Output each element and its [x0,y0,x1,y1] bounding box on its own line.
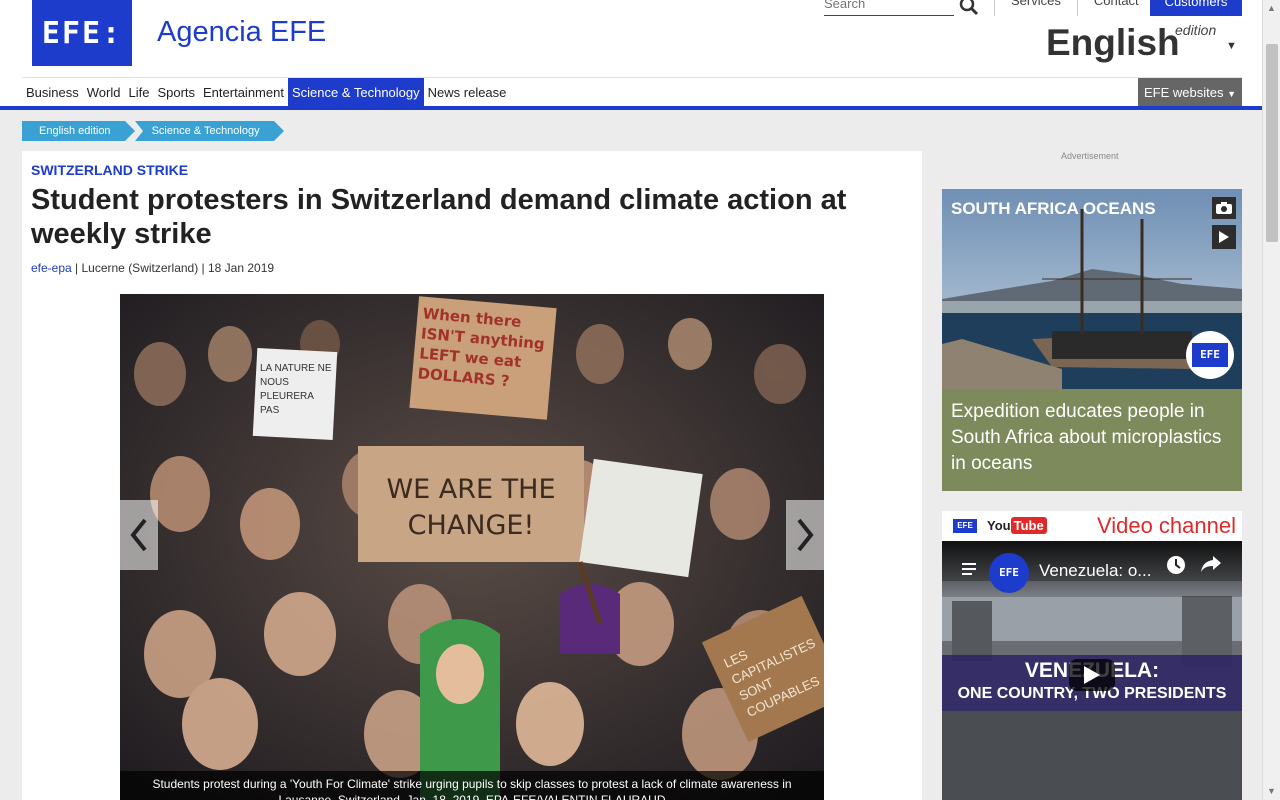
camera-icon[interactable] [1212,197,1236,219]
video-top-bar: EFE Venezuela: o... [942,541,1242,597]
efe-websites-label: EFE websites [1143,85,1224,100]
video-play-button[interactable] [1069,659,1115,691]
edition-label: edition [1175,22,1217,38]
caret-down-icon: ▼ [1227,89,1236,99]
caret-down-icon[interactable]: ▼ [1226,40,1237,52]
youtube-logo-tube: Tube [1010,517,1047,534]
top-links: Services Contact [994,0,1155,16]
breadcrumb: English edition Science & Technology [22,121,284,141]
search-icon[interactable] [958,0,980,16]
protest-sign-change: WE ARE THE CHANGE! [386,474,556,541]
customers-button[interactable]: Customers [1150,0,1242,16]
playlist-icon[interactable] [962,563,980,577]
logo-text: EFE: [41,15,123,51]
scroll-down-icon[interactable]: ▼ [1267,786,1276,796]
nav-item-science-technology[interactable]: Science & Technology [287,78,424,108]
efe-badge: EFE [1186,331,1234,379]
play-icon [1084,666,1100,684]
contact-link[interactable]: Contact [1076,0,1155,16]
efe-mini-logo: EFE [953,519,977,533]
nav-item-sports[interactable]: Sports [153,78,199,108]
youtube-logo-you: You [987,518,1011,533]
article-photo[interactable]: When there ISN'T anything LEFT we eat DO… [120,294,824,800]
nav-item-business[interactable]: Business [22,78,83,108]
camera-glyph [1216,202,1232,214]
scrollbar-thumb[interactable] [1266,44,1278,242]
video-channel-title[interactable]: Video channel [1097,513,1236,539]
video-channel-box: EFE You Tube Video channel EFE Venezuela:… [942,511,1242,800]
article-kicker[interactable]: SWITZERLAND STRIKE [31,162,188,178]
brand-name[interactable]: Agencia EFE [157,16,326,49]
protest-sign-dollars: When there ISN'T anything LEFT we eat DO… [416,304,546,391]
video-title[interactable]: Venezuela: o... [1039,561,1151,581]
chevron-right-icon [797,518,814,552]
article: SWITZERLAND STRIKE Student protesters in… [22,151,922,800]
advertisement-label: Advertisement [1061,151,1119,161]
search-input[interactable] [824,0,954,16]
scroll-up-icon[interactable]: ▲ [1267,3,1276,13]
efe-websites-dropdown[interactable]: EFE websites ▼ [1137,78,1242,108]
breadcrumb-science-technology[interactable]: Science & Technology [134,121,284,141]
channel-avatar[interactable]: EFE [989,553,1029,593]
byline-source[interactable]: efe-epa [31,261,72,275]
promo-headline[interactable]: Expedition educates people in South Afri… [951,399,1236,477]
site-header: EFE: Agencia EFE Services Contact Custom… [0,0,1262,108]
efe-logo[interactable]: EFE: [32,0,132,66]
byline-details: | Lucerne (Switzerland) | 18 Jan 2019 [71,261,275,275]
efe-badge-text: EFE [1192,343,1228,367]
play-icon[interactable] [1212,225,1236,249]
promo-card[interactable]: SOUTH AFRICA OCEANS EFE Expedition educa… [942,189,1242,491]
protest-sign-nature: LA NATURE NE NOUS PLEURERA PAS [260,363,332,416]
video-channel-header: EFE You Tube Video channel [942,511,1242,541]
nav-item-life[interactable]: Life [124,78,153,108]
share-icon[interactable] [1200,555,1222,573]
article-byline: efe-epa | Lucerne (Switzerland) | 18 Jan… [31,261,274,275]
gallery-next-button[interactable] [786,500,824,570]
watch-later-icon[interactable] [1166,555,1186,575]
play-glyph [1219,231,1229,243]
nav-item-entertainment[interactable]: Entertainment [199,78,288,108]
services-link[interactable]: Services [994,0,1077,16]
page-scrollbar[interactable]: ▲ ▼ [1262,0,1280,800]
promo-title[interactable]: SOUTH AFRICA OCEANS [951,199,1156,219]
breadcrumb-english-edition[interactable]: English edition [22,121,135,141]
chevron-left-icon [130,518,147,552]
youtube-logo[interactable]: You Tube [987,517,1047,534]
nav-item-world[interactable]: World [83,78,125,108]
edition-selector[interactable]: English [1046,22,1180,64]
nav-item-news-release[interactable]: News release [424,78,511,108]
main-nav: Business World Life Sports Entertainment… [22,77,1242,108]
photo-caption: Students protest during a 'Youth For Cli… [120,771,824,800]
article-headline: Student protesters in Switzerland demand… [31,184,847,250]
video-player[interactable]: EFE Venezuela: o... VENEZUELA: ONE COUNT… [942,541,1242,800]
header-divider [0,106,1262,110]
gallery-prev-button[interactable] [120,500,158,570]
